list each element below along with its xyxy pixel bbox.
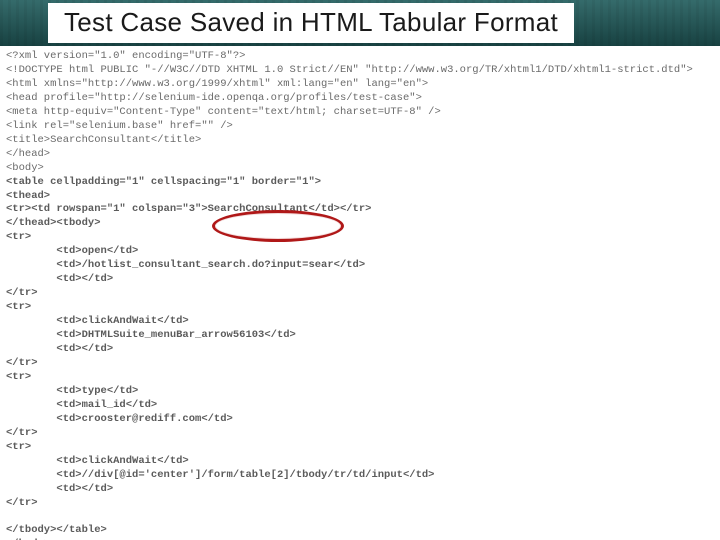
page-title: Test Case Saved in HTML Tabular Format xyxy=(48,3,574,43)
code-line: <td></td> xyxy=(6,343,113,355)
code-line: <!DOCTYPE html PUBLIC "-//W3C//DTD XHTML… xyxy=(6,64,693,76)
title-bar: Test Case Saved in HTML Tabular Format xyxy=(0,0,720,46)
slide-stage: Test Case Saved in HTML Tabular Format <… xyxy=(0,0,720,540)
code-line: <html xmlns="http://www.w3.org/1999/xhtm… xyxy=(6,78,428,90)
code-line: <tr> xyxy=(6,371,31,383)
code-line: <td></td> xyxy=(6,483,113,495)
code-line: </tr> xyxy=(6,427,38,439)
code-line: <td>/hotlist_consultant_search.do?input=… xyxy=(6,259,365,271)
code-line: </head> xyxy=(6,148,50,160)
code-line: <td>DHTMLSuite_menuBar_arrow56103</td> xyxy=(6,329,296,341)
code-line: <td>//div[@id='center']/form/table[2]/tb… xyxy=(6,469,434,481)
code-line: </tr> xyxy=(6,497,38,509)
code-line: <?xml version="1.0" encoding="UTF-8"?> xyxy=(6,50,245,62)
code-line: <tr> xyxy=(6,301,31,313)
code-line: <td>clickAndWait</td> xyxy=(6,315,189,327)
code-panel: <?xml version="1.0" encoding="UTF-8"?> <… xyxy=(0,46,720,540)
code-line: </tr> xyxy=(6,357,38,369)
code-line: </thead><tbody> xyxy=(6,217,101,229)
code-line: <tr> xyxy=(6,441,31,453)
code-line: <td>clickAndWait</td> xyxy=(6,455,189,467)
code-line: <body> xyxy=(6,162,44,174)
code-line: <tr><td rowspan="1" colspan="3">SearchCo… xyxy=(6,203,371,215)
code-line: <tr> xyxy=(6,231,31,243)
code-line: <title>SearchConsultant</title> xyxy=(6,134,201,146)
code-line: <td>crooster@rediff.com</td> xyxy=(6,413,233,425)
code-line: </tbody></table> xyxy=(6,524,107,536)
code-line: <thead> xyxy=(6,190,50,202)
code-line: <td>mail_id</td> xyxy=(6,399,157,411)
code-line: <td></td> xyxy=(6,273,113,285)
code-line: <td>type</td> xyxy=(6,385,138,397)
code-line: <table cellpadding="1" cellspacing="1" b… xyxy=(6,176,321,188)
code-line: <link rel="selenium.base" href="" /> xyxy=(6,120,233,132)
code-line: <td>open</td> xyxy=(6,245,138,257)
code-line: <head profile="http://selenium-ide.openq… xyxy=(6,92,422,104)
code-line: <meta http-equiv="Content-Type" content=… xyxy=(6,106,441,118)
html-source-code: <?xml version="1.0" encoding="UTF-8"?> <… xyxy=(6,50,714,540)
code-line: </tr> xyxy=(6,287,38,299)
